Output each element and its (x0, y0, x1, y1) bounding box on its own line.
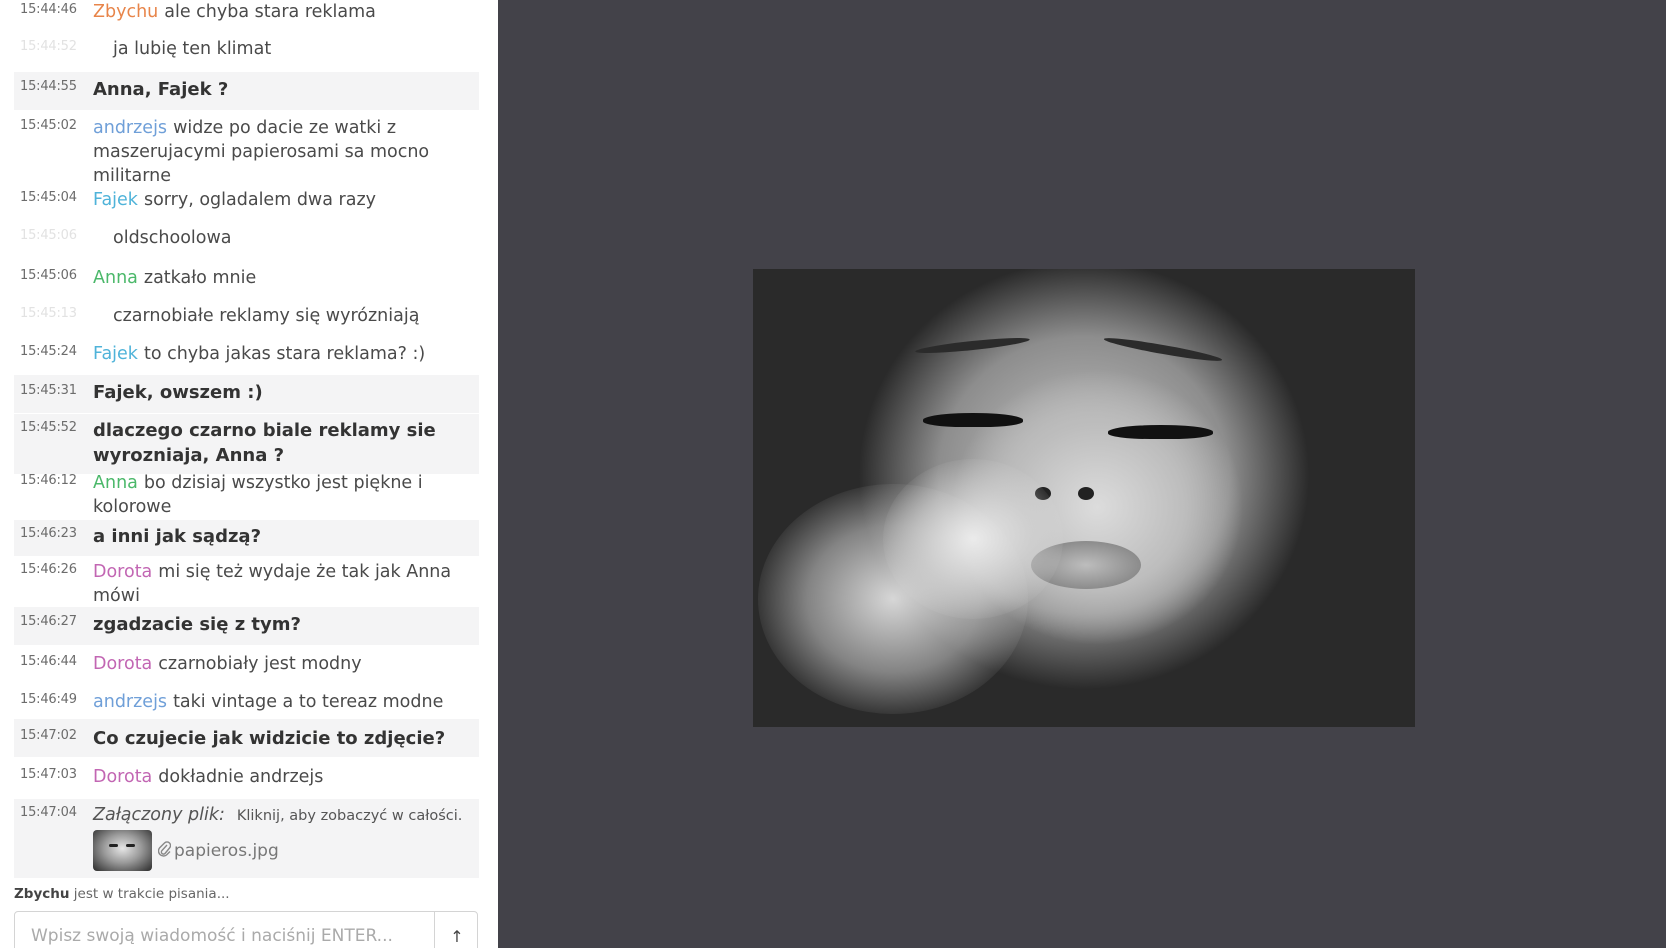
chat-message: 15:45:06 Anna zatkało mnie (14, 262, 479, 292)
send-button[interactable]: ↑ (436, 912, 478, 948)
message-time: 15:45:02 (20, 118, 77, 133)
message-author-dorota[interactable]: Dorota (93, 767, 152, 787)
attachment-hint: Kliknij, aby zobaczyć w całości. (236, 808, 463, 824)
message-text: sorry, ogladalem dwa razy (143, 190, 376, 210)
attachment-preview-image[interactable] (753, 269, 1415, 727)
attachment-filename[interactable]: papieros.jpg (174, 841, 279, 861)
attachment-message: 15:47:04 Załączony plik: Kliknij, aby zob… (14, 799, 479, 878)
host-message: 15:44:55 Anna, Fajek ? (14, 72, 479, 110)
attachment-link[interactable]: papieros.jpg (93, 830, 279, 871)
message-time: 15:45:04 (20, 190, 77, 205)
message-time: 15:46:27 (20, 614, 77, 629)
send-arrow-icon: ↑ (450, 926, 464, 946)
message-text: Fajek, owszem :) (93, 382, 263, 403)
message-list[interactable]: 15:44:46 Zbychu ale chyba stara reklama 1… (0, 0, 498, 878)
chat-panel: 15:44:46 Zbychu ale chyba stara reklama 1… (0, 0, 498, 948)
chat-message: 15:46:49 andrzejs taki vintage a to terea… (14, 686, 479, 718)
paperclip-icon-svg (157, 840, 172, 857)
message-text: Co czujecie jak widzicie to zdjęcie? (93, 728, 446, 749)
message-author-anna[interactable]: Anna (93, 473, 138, 493)
message-author-fajek[interactable]: Fajek (93, 344, 138, 364)
paperclip-icon (157, 840, 172, 861)
typing-user: Zbychu (14, 886, 70, 902)
message-text: Anna, Fajek ? (93, 79, 229, 100)
message-author-fajek[interactable]: Fajek (93, 190, 138, 210)
message-text: zgadzacie się z tym? (93, 614, 301, 635)
image-viewer[interactable] (498, 0, 1666, 948)
message-text: dokładnie andrzejs (158, 767, 324, 787)
image-detail (1103, 334, 1223, 365)
message-time: 15:45:06 (20, 228, 77, 243)
message-text: oldschoolowa (113, 228, 232, 248)
message-time: 15:47:04 (20, 805, 77, 820)
message-time: 15:44:55 (20, 79, 77, 94)
chat-message: 15:44:46 Zbychu ale chyba stara reklama (14, 0, 479, 34)
chat-message-continuation: 15:45:13 czarnobiałe reklamy się wyrózni… (14, 300, 479, 334)
image-detail (1078, 487, 1094, 500)
typing-text: jest w trakcie pisania... (73, 886, 230, 902)
message-author-anna[interactable]: Anna (93, 268, 138, 288)
message-time: 15:44:52 (20, 39, 77, 54)
message-time: 15:46:12 (20, 473, 77, 488)
message-time: 15:47:02 (20, 728, 77, 743)
image-detail (883, 459, 1063, 619)
message-text: czarnobiały jest modny (158, 654, 362, 674)
attachment-thumbnail[interactable] (93, 830, 152, 871)
chat-message: 15:45:24 Fajek to chyba jakas stara rekla… (14, 338, 479, 368)
chat-message: 15:46:26 Dorota mi się też wydaje że tak … (14, 558, 479, 610)
chat-message: 15:46:12 Anna bo dzisiaj wszystko jest pi… (14, 470, 479, 522)
message-text: taki vintage a to tereaz modne (173, 692, 444, 712)
message-time: 15:46:23 (20, 526, 77, 541)
host-message: 15:46:27 zgadzacie się z tym? (14, 607, 479, 645)
message-time: 15:46:26 (20, 562, 77, 577)
message-text: dlaczego czarno biale reklamy sie wyrozn… (93, 420, 436, 466)
message-text: to chyba jakas stara reklama? :) (143, 344, 426, 364)
message-time: 15:45:24 (20, 344, 77, 359)
host-message: 15:46:23 a inni jak sądzą? (14, 520, 479, 556)
image-detail (1108, 425, 1213, 439)
message-author-andrzejs[interactable]: andrzejs (93, 118, 167, 138)
message-input[interactable] (15, 912, 435, 948)
host-message: 15:45:52 dlaczego czarno biale reklamy s… (14, 414, 479, 474)
message-text: ale chyba stara reklama (164, 2, 376, 22)
image-detail (923, 413, 1023, 427)
message-time: 15:47:03 (20, 767, 77, 782)
chat-message: 15:46:44 Dorota czarnobiały jest modny (14, 648, 479, 680)
message-author-andrzejs[interactable]: andrzejs (93, 692, 167, 712)
host-message: 15:45:31 Fajek, owszem :) (14, 375, 479, 413)
attachment-label: Załączony plik: (93, 805, 225, 825)
host-message: 15:47:02 Co czujecie jak widzicie to zdj… (14, 719, 479, 757)
message-composer: ↑ (14, 911, 478, 948)
message-author-zbychu[interactable]: Zbychu (93, 2, 158, 22)
chat-message-continuation: 15:44:52 ja lubię ten klimat (14, 34, 479, 72)
message-text: bo dzisiaj wszystko jest piękne i koloro… (93, 473, 423, 517)
message-time: 15:44:46 (20, 2, 77, 17)
image-detail (914, 335, 1031, 356)
message-text: ja lubię ten klimat (113, 39, 272, 59)
message-time: 15:45:52 (20, 420, 77, 435)
message-author-dorota[interactable]: Dorota (93, 562, 152, 582)
message-text: a inni jak sądzą? (93, 526, 262, 547)
message-text: czarnobiałe reklamy się wyrózniają (113, 306, 420, 326)
message-time: 15:45:06 (20, 268, 77, 283)
message-time: 15:45:31 (20, 383, 77, 398)
chat-message: 15:45:04 Fajek sorry, ogladalem dwa razy (14, 186, 479, 216)
message-time: 15:46:44 (20, 654, 77, 669)
message-author-dorota[interactable]: Dorota (93, 654, 152, 674)
chat-message: 15:45:02 andrzejs widze po dacie ze watki… (14, 112, 479, 186)
message-time: 15:45:13 (20, 306, 77, 321)
message-text: zatkało mnie (143, 268, 257, 288)
chat-message: 15:47:03 Dorota dokładnie andrzejs (14, 762, 479, 794)
typing-indicator: Zbychu jest w trakcie pisania... (14, 886, 230, 902)
chat-message-continuation: 15:45:06 oldschoolowa (14, 222, 479, 256)
message-time: 15:46:49 (20, 692, 77, 707)
